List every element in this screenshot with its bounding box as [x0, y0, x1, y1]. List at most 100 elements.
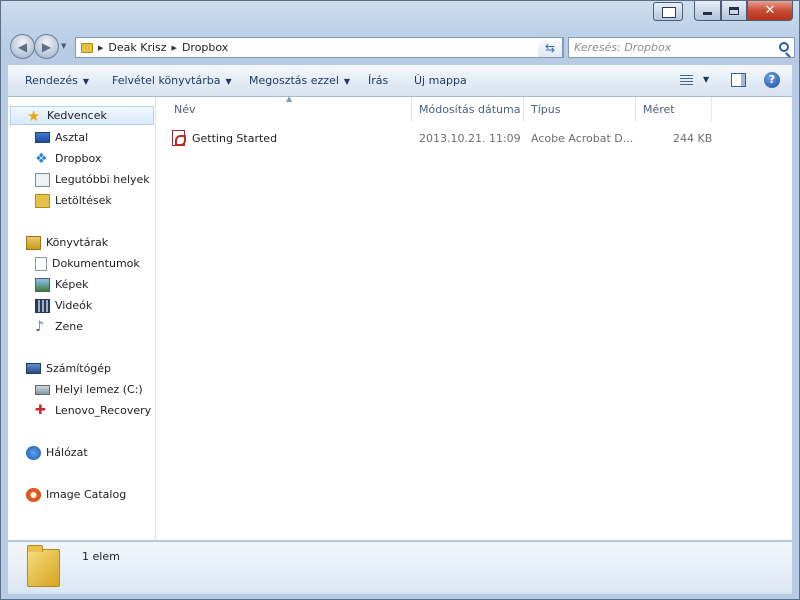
new-folder-button[interactable]: Új mappa	[414, 74, 467, 87]
file-type: Acobe Acrobat D...	[531, 131, 634, 145]
folder-icon	[27, 545, 60, 587]
chevron-down-icon: ▼	[343, 77, 351, 86]
nav-item-recovery[interactable]: ✚ Lenovo_Recovery (D	[8, 401, 155, 420]
refresh-icon: ⇆	[544, 40, 556, 55]
file-list[interactable]: ▲ Név Módosítás dátuma Típus Méret Getti…	[157, 94, 792, 540]
library-icon	[26, 235, 41, 250]
column-header-date[interactable]: Módosítás dátuma	[412, 97, 524, 122]
nav-item-recent-places[interactable]: Legutóbbi helyek	[8, 170, 155, 189]
documents-icon	[35, 256, 47, 271]
explorer-window: ✕ ◀ ▶ ▼ ▶ Deak Krisz ▶ Dropbox ▼ ⇆ Keres…	[0, 0, 800, 600]
navigation-pane[interactable]: ★ Kedvencek Asztal ❖ Dropbox Legutóbbi hel…	[8, 97, 156, 540]
main-area: ★ Kedvencek Asztal ❖ Dropbox Legutóbbi hel…	[8, 94, 792, 540]
file-row[interactable]: Getting Started 2013.10.21. 11:09 Acobe …	[172, 128, 792, 148]
nav-label: Helyi lemez (C:)	[55, 383, 143, 396]
folder-icon	[81, 42, 93, 53]
nav-label: Image Catalog	[46, 488, 127, 501]
nav-item-downloads[interactable]: Letöltések	[8, 191, 155, 210]
address-bar[interactable]: ▶ Deak Krisz ▶ Dropbox ▼	[75, 37, 564, 58]
search-input[interactable]: Keresés: Dropbox	[568, 37, 795, 58]
column-header-type[interactable]: Típus	[524, 97, 636, 122]
nav-item-videos[interactable]: Videók	[8, 296, 155, 315]
column-header-name[interactable]: Név	[167, 97, 412, 122]
star-icon: ★	[27, 106, 41, 125]
caption-buttons: ✕	[694, 1, 793, 21]
column-header-size[interactable]: Méret	[636, 97, 712, 122]
nav-label: Kedvencek	[47, 109, 107, 122]
nav-item-network[interactable]: Hálózat	[8, 443, 155, 462]
nav-label: Lenovo_Recovery (D	[55, 404, 155, 417]
search-icon[interactable]	[779, 42, 789, 52]
close-button[interactable]: ✕	[747, 1, 793, 21]
view-options-dropdown[interactable]: ▼	[703, 75, 709, 84]
minimize-icon	[703, 12, 712, 15]
nav-item-music[interactable]: ♪ Zene	[8, 317, 155, 336]
forward-arrow-icon: ▶	[41, 39, 52, 54]
back-button[interactable]: ◀	[10, 34, 35, 59]
maximize-button[interactable]	[721, 1, 747, 21]
nav-label: Könyvtárak	[46, 236, 109, 249]
nav-label: Asztal	[55, 131, 89, 144]
nav-label: Számítógép	[46, 362, 112, 375]
breadcrumb-separator-icon[interactable]: ▶	[172, 44, 177, 52]
nav-item-computer[interactable]: Számítógép	[8, 359, 155, 378]
refresh-button[interactable]: ⇆	[538, 37, 563, 58]
breadcrumb-dropbox[interactable]: Dropbox	[182, 41, 228, 54]
burn-button[interactable]: Írás	[368, 74, 388, 87]
nav-item-pictures[interactable]: Képek	[8, 275, 155, 294]
chevron-down-icon: ▼	[225, 77, 232, 86]
breadcrumb-user[interactable]: Deak Krisz	[108, 41, 166, 54]
address-row: ◀ ▶ ▼ ▶ Deak Krisz ▶ Dropbox ▼ ⇆ Keresés…	[7, 33, 795, 61]
recent-pages-dropdown[interactable]: ▼	[61, 42, 66, 50]
image-catalog-icon	[26, 487, 41, 502]
forward-button[interactable]: ▶	[34, 34, 59, 59]
nav-label: Képek	[55, 278, 89, 291]
help-icon[interactable]: ?	[764, 72, 780, 88]
music-icon: ♪	[35, 318, 44, 335]
nav-label: Legutóbbi helyek	[55, 173, 150, 186]
drive-icon	[35, 384, 50, 395]
desktop-icon	[35, 132, 50, 143]
nav-item-libraries[interactable]: Könyvtárak	[8, 233, 155, 252]
nav-item-favorites[interactable]: ★ Kedvencek	[10, 106, 154, 125]
back-arrow-icon: ◀	[17, 39, 28, 54]
share-with-button[interactable]: Megosztás ezzel ▼	[249, 74, 350, 87]
share-with-label: Megosztás ezzel	[249, 74, 339, 87]
details-pane: 1 elem	[8, 541, 792, 594]
recovery-drive-icon: ✚	[35, 402, 46, 418]
file-name: Getting Started	[192, 131, 278, 145]
dropbox-icon: ❖	[35, 150, 48, 167]
nav-item-image-catalog[interactable]: Image Catalog	[8, 485, 155, 504]
file-date-modified: 2013.10.21. 11:09	[419, 131, 521, 145]
organize-button[interactable]: Rendezés ▼	[25, 74, 89, 87]
nav-item-documents[interactable]: Dokumentumok	[8, 254, 155, 273]
nav-item-desktop[interactable]: Asztal	[8, 128, 155, 147]
organize-label: Rendezés	[25, 74, 78, 87]
breadcrumb-separator-icon[interactable]: ▶	[98, 44, 103, 52]
pictures-icon	[35, 277, 50, 292]
network-icon	[26, 445, 41, 460]
include-in-library-label: Felvétel könyvtárba	[112, 74, 221, 87]
minimize-button[interactable]	[694, 1, 721, 21]
maximize-icon	[729, 6, 739, 15]
nav-label: Videók	[55, 299, 93, 312]
preview-pane-icon[interactable]	[731, 73, 746, 87]
view-options-icon[interactable]	[680, 75, 693, 86]
window-snap-button[interactable]	[653, 2, 683, 21]
nav-label: Dokumentumok	[52, 257, 140, 270]
nav-label: Letöltések	[55, 194, 112, 207]
search-placeholder: Keresés: Dropbox	[574, 41, 672, 54]
command-bar: Rendezés ▼ Felvétel könyvtárba ▼ Megosztás…	[8, 65, 792, 97]
downloads-folder-icon	[35, 193, 50, 208]
videos-icon	[35, 298, 50, 313]
include-in-library-button[interactable]: Felvétel könyvtárba ▼	[112, 74, 232, 87]
recent-places-icon	[35, 172, 50, 187]
nav-item-dropbox[interactable]: ❖ Dropbox	[8, 149, 155, 168]
nav-label: Hálózat	[46, 446, 88, 459]
nav-label: Dropbox	[55, 152, 102, 165]
file-size: 244 KB	[673, 131, 713, 145]
item-count: 1 elem	[82, 550, 120, 563]
pdf-file-icon	[172, 130, 186, 146]
computer-icon	[26, 363, 41, 374]
nav-item-local-disk[interactable]: Helyi lemez (C:)	[8, 380, 155, 399]
